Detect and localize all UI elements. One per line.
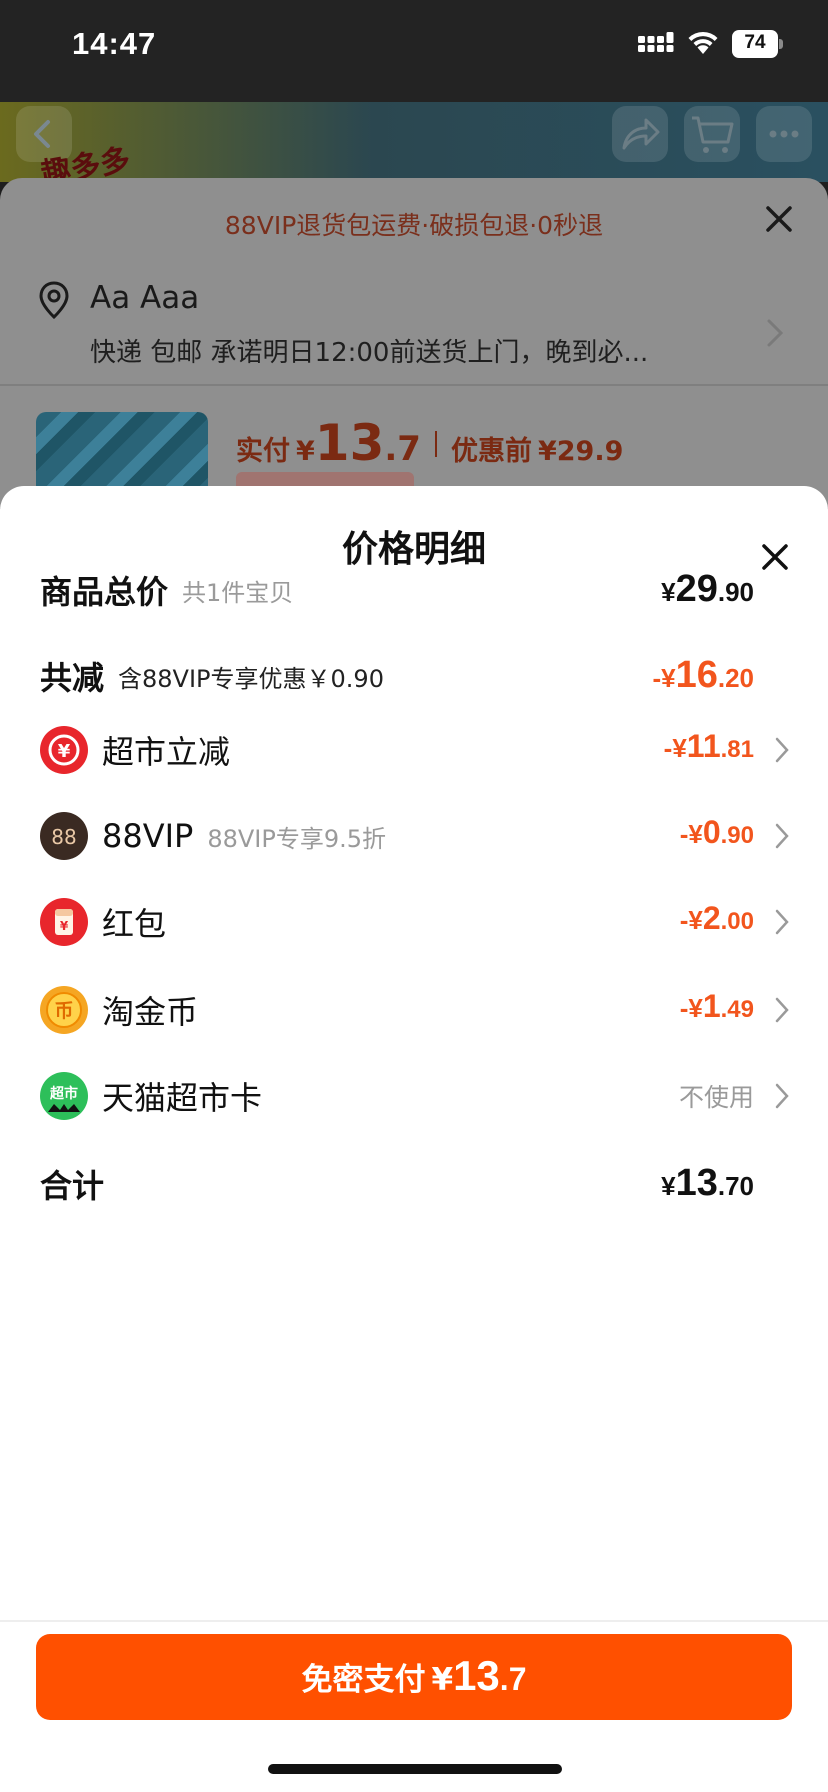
actual-pay-integer: 13 (314, 414, 385, 472)
reduction-integer: 16 (675, 654, 718, 696)
svg-text:¥: ¥ (58, 741, 71, 762)
chevron-right-icon[interactable] (766, 318, 784, 348)
location-pin-icon (39, 281, 69, 320)
taojinbi-coin-icon: 币 (40, 986, 88, 1034)
discount-integer: 0 (702, 814, 721, 850)
more-button[interactable] (756, 106, 812, 162)
discount-label: 红包 (102, 905, 167, 943)
cart-button[interactable] (684, 106, 740, 162)
red-packet-icon: ¥ (40, 898, 88, 946)
cellular-signal-icon (638, 32, 674, 52)
price-detail-modal: 价格明细 商品总价 共1件宝贝 ¥ 29 .90 共减 含88VIP专享优惠￥0… (0, 486, 828, 1792)
chevron-right-icon (775, 909, 789, 935)
discount-decimal: .49 (720, 996, 754, 1023)
discount-currency: -¥ (679, 905, 703, 935)
actual-price-line: 实付 ¥ 13 .7 优惠前 ¥29.9 (236, 414, 623, 474)
pay-button-label: 免密支付 (301, 1662, 426, 1698)
total-label: 合计 (40, 1167, 105, 1205)
discount-label: 超市立减 (102, 733, 231, 771)
total-currency: ¥ (661, 1171, 676, 1201)
chevron-right-icon (775, 997, 789, 1023)
pay-button-currency: ¥ (431, 1662, 454, 1698)
price-separator (434, 431, 437, 457)
order-confirm-sheet: 88VIP退货包运费·破损包退·0秒退 Aa Aaa 快递 包邮 承诺明日12:… (0, 178, 828, 508)
tmall-supermarket-card-icon: 超市 (40, 1072, 88, 1120)
pay-button-integer: 13 (453, 1652, 500, 1699)
subtotal-currency: ¥ (661, 577, 676, 607)
total-decimal: .70 (717, 1171, 754, 1201)
before-discount-price: ¥29.9 (537, 436, 624, 467)
share-icon (622, 118, 660, 150)
discount-sub: 88VIP专享9.5折 (207, 824, 387, 853)
chevron-right-icon (775, 737, 789, 763)
discount-currency: -¥ (679, 819, 703, 849)
product-page-header: 趣多多 (0, 102, 828, 182)
discount-row-88vip[interactable]: 88 88VIP 88VIP专享9.5折 -¥ 0 .90 (40, 806, 789, 866)
pay-button-decimal: .7 (499, 1661, 527, 1697)
discount-row-tmall-card[interactable]: 超市 天猫超市卡 不使用 (40, 1066, 789, 1126)
discount-label: 88VIP (102, 817, 194, 855)
close-icon[interactable] (760, 200, 798, 238)
svg-text:88: 88 (51, 825, 76, 849)
status-time: 14:47 (72, 26, 157, 61)
total-reduction-row: 共减 含88VIP专享优惠￥0.90 -¥ 16 .20 (40, 646, 788, 706)
chevron-right-icon (775, 1083, 789, 1109)
vip-discount-note: 含88VIP专享优惠￥0.90 (118, 664, 384, 693)
total-reduction-label: 共减 (40, 659, 105, 697)
svg-text:超市: 超市 (49, 1085, 78, 1102)
cart-icon (692, 116, 734, 153)
password-free-pay-button[interactable]: 免密支付 ¥ 13 .7 (36, 1634, 792, 1720)
svg-text:¥: ¥ (60, 919, 69, 933)
reduction-currency: -¥ (652, 663, 676, 693)
discount-integer: 11 (686, 728, 721, 764)
discount-decimal: .81 (720, 736, 754, 763)
reduction-decimal: .20 (717, 663, 754, 693)
total-integer: 13 (675, 1162, 718, 1204)
discount-label: 天猫超市卡 (102, 1079, 263, 1117)
divider (0, 1620, 828, 1622)
chevron-right-icon (775, 823, 789, 849)
more-dots-icon (769, 130, 799, 138)
before-discount-label: 优惠前 (450, 436, 532, 467)
supermarket-discount-icon: ¥ (40, 726, 88, 774)
discount-row-taojinbi[interactable]: 币 淘金币 -¥ 1 .49 (40, 980, 789, 1040)
discount-currency: -¥ (663, 733, 687, 763)
home-indicator[interactable] (268, 1764, 562, 1774)
card-status: 不使用 (678, 1083, 754, 1112)
discount-integer: 2 (702, 900, 721, 936)
divider (0, 384, 828, 386)
promo-banner-text: 88VIP退货包运费·破损包退·0秒退 (224, 211, 604, 240)
discount-decimal: .90 (720, 822, 754, 849)
discount-label: 淘金币 (102, 993, 199, 1031)
actual-pay-label: 实付 (236, 436, 290, 467)
discount-currency: -¥ (679, 993, 703, 1023)
delivery-info[interactable]: 快递 包邮 承诺明日12:00前送货上门，晚到必... (90, 332, 648, 369)
wifi-icon (688, 31, 718, 54)
discount-integer: 1 (702, 988, 721, 1024)
status-bar: 14:47 74 (0, 0, 828, 102)
discount-decimal: .00 (720, 908, 754, 935)
88vip-icon: 88 (40, 812, 88, 860)
item-count: 共1件宝贝 (182, 578, 294, 607)
actual-pay-decimal: .7 (384, 429, 421, 469)
share-button[interactable] (612, 106, 668, 162)
battery-level: 74 (744, 32, 766, 53)
actual-pay-currency: ¥ (296, 436, 315, 467)
discount-row-supermarket[interactable]: ¥ 超市立减 -¥ 11 .81 (40, 720, 789, 780)
battery-icon: 74 (732, 30, 784, 58)
discount-row-red-packet[interactable]: ¥ 红包 -¥ 2 .00 (40, 892, 789, 952)
address-name[interactable]: Aa Aaa (90, 280, 199, 316)
subtotal-integer: 29 (675, 568, 718, 610)
svg-text:币: 币 (54, 1000, 73, 1022)
total-row: 合计 ¥ 13 .70 (40, 1154, 788, 1214)
subtotal-row: 商品总价 共1件宝贝 ¥ 29 .90 (40, 560, 788, 620)
subtotal-label: 商品总价 (40, 573, 169, 611)
subtotal-decimal: .90 (717, 577, 754, 607)
